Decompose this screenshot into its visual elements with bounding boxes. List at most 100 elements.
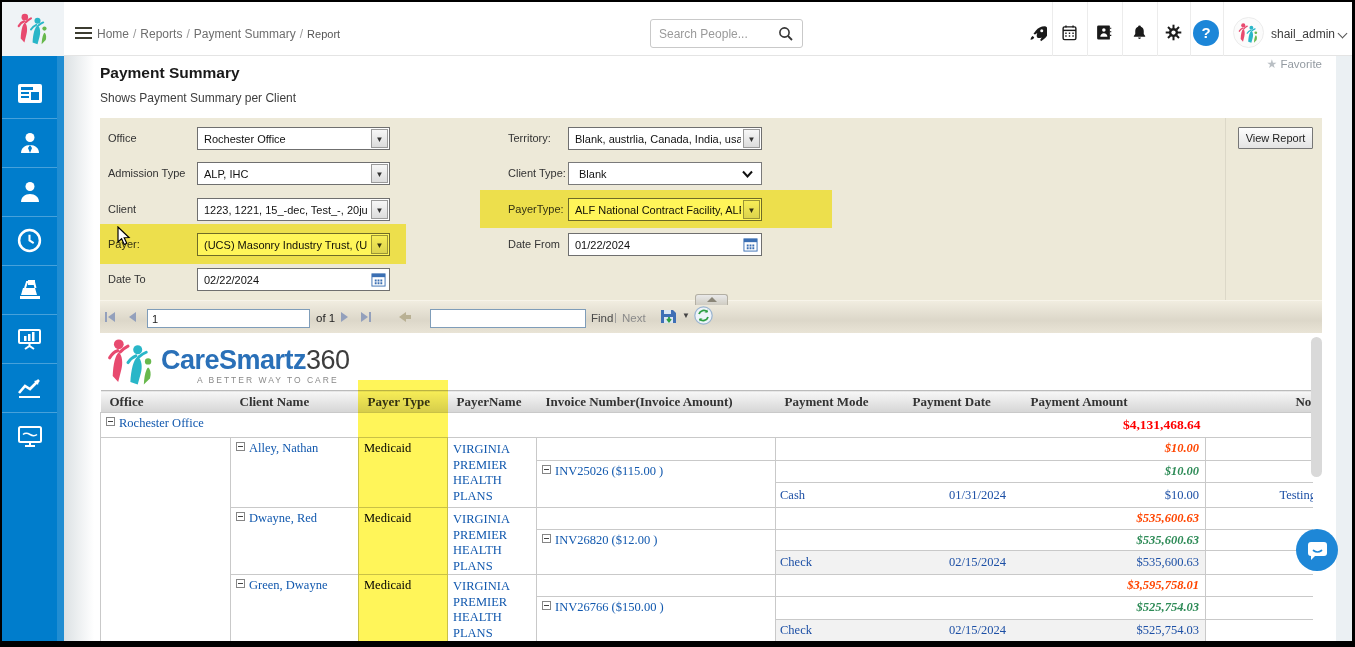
back-to-parent-button[interactable]: [399, 312, 411, 322]
dropdown-arrow-icon[interactable]: ▼: [743, 200, 760, 219]
col-invoice-number[interactable]: Invoice Number(Invoice Amount): [537, 391, 776, 413]
next-page-button[interactable]: [341, 312, 348, 322]
page-count-label: of 1: [316, 312, 335, 324]
table-header-row: Office Client Name Payer Type PayerName …: [101, 391, 1314, 413]
sidebar-item-portal[interactable]: [2, 412, 57, 461]
col-client-name[interactable]: Client Name: [231, 391, 359, 413]
col-office[interactable]: Office: [101, 391, 231, 413]
sidebar-item-training[interactable]: [2, 314, 57, 363]
dropdown-arrow-icon[interactable]: ▼: [371, 129, 388, 148]
admission-type-label: Admission Type: [108, 167, 185, 179]
sidebar-item-clients[interactable]: [2, 167, 57, 216]
breadcrumb-reports[interactable]: Reports: [140, 27, 182, 41]
sidebar-scrollbar[interactable]: [57, 56, 64, 641]
parameters-collapse-tab[interactable]: [695, 294, 728, 305]
collapse-icon[interactable]: [542, 465, 551, 474]
username-label[interactable]: shail_admin: [1271, 27, 1335, 41]
col-payer-name[interactable]: PayerName: [448, 391, 537, 413]
client-dropdown[interactable]: 1223, 1221, 15_-dec, Test_-, 20ju▼: [197, 198, 390, 221]
user-avatar[interactable]: [1233, 17, 1264, 48]
dropdown-arrow-icon[interactable]: ▼: [371, 200, 388, 219]
mouse-cursor: [117, 226, 131, 246]
sidebar-item-dashboard[interactable]: [2, 69, 57, 118]
dropdown-arrow-icon[interactable]: ▼: [371, 164, 388, 183]
col-notes[interactable]: Notes: [1206, 391, 1314, 413]
date-from-label: Date From: [508, 238, 560, 250]
client-name[interactable]: Alley, Nathan: [249, 441, 318, 455]
report-scrollbar-thumb[interactable]: [1311, 337, 1322, 477]
payer-type-label: PayerType:: [508, 203, 564, 215]
export-save-icon[interactable]: [660, 308, 677, 329]
date-from-input[interactable]: 01/22/2024: [568, 233, 762, 256]
client-name[interactable]: Dwayne, Red: [249, 511, 317, 525]
collapse-icon[interactable]: [106, 417, 115, 426]
chat-widget-button[interactable]: [1296, 529, 1338, 571]
sidebar-item-caregivers[interactable]: [2, 118, 57, 167]
collapse-icon[interactable]: [236, 579, 245, 588]
collapse-icon[interactable]: [236, 442, 245, 451]
dropdown-arrow-icon[interactable]: ▼: [371, 235, 388, 254]
view-report-button[interactable]: View Report: [1238, 127, 1313, 149]
next-button[interactable]: Next: [622, 312, 646, 324]
sidebar-item-scheduling[interactable]: [2, 216, 57, 265]
favorite-toggle[interactable]: ★ Favorite: [1190, 57, 1322, 71]
refresh-icon[interactable]: [694, 306, 713, 329]
breadcrumb-payment-summary[interactable]: Payment Summary: [194, 27, 296, 41]
current-page-input[interactable]: [147, 309, 310, 328]
breadcrumb-home[interactable]: Home: [97, 27, 129, 41]
collapse-icon[interactable]: [236, 512, 245, 521]
col-payment-amount[interactable]: Payment Amount: [1021, 391, 1206, 413]
invoice-number[interactable]: INV26766 ($150.00 ): [555, 600, 664, 614]
export-dropdown-caret[interactable]: ▼: [682, 311, 690, 320]
payer-name-cell: VIRGINIA PREMIER HEALTH PLANS: [448, 508, 537, 575]
last-page-button[interactable]: [361, 312, 371, 322]
col-payment-date[interactable]: Payment Date: [911, 391, 1021, 413]
menu-hamburger-icon[interactable]: [75, 27, 92, 39]
payment-date: 02/15/2024: [911, 551, 1021, 575]
sidebar-item-billing[interactable]: [2, 265, 57, 314]
payer-dropdown[interactable]: (UCS) Masonry Industry Trust, (U▼: [197, 233, 390, 256]
calendar-icon[interactable]: [1061, 24, 1078, 45]
find-text-input[interactable]: [430, 309, 586, 328]
quick-launch-rocket-icon[interactable]: [1029, 24, 1047, 46]
invoice-number[interactable]: INV25026 ($115.00 ): [555, 464, 663, 478]
caresmartz-logo-icon: [15, 12, 51, 46]
client-name[interactable]: Green, Dwayne: [249, 578, 327, 592]
header-divider: [1122, 2, 1123, 56]
invoice-number[interactable]: INV26820 ($12.00 ): [555, 533, 657, 547]
notifications-bell-icon[interactable]: [1131, 24, 1148, 45]
territory-dropdown[interactable]: Blank, austrlia, Canada, India, usa▼: [568, 127, 762, 150]
calendar-picker-icon[interactable]: [371, 272, 386, 287]
settings-gear-icon[interactable]: [1165, 24, 1182, 45]
office-dropdown[interactable]: Rochester Office▼: [197, 127, 390, 150]
contacts-icon[interactable]: [1095, 24, 1112, 45]
app-logo-box[interactable]: [2, 2, 64, 56]
col-payment-mode[interactable]: Payment Mode: [776, 391, 911, 413]
previous-page-button[interactable]: [129, 312, 136, 322]
find-button[interactable]: Find: [591, 312, 613, 324]
calendar-picker-icon[interactable]: [743, 237, 758, 252]
sidebar-item-reports[interactable]: [2, 363, 57, 412]
col-payer-type[interactable]: Payer Type: [359, 391, 448, 413]
page-right-gutter: [1336, 56, 1352, 641]
collapse-icon[interactable]: [542, 601, 551, 610]
find-next-separator: |: [614, 311, 617, 323]
client-type-select[interactable]: Blank: [568, 162, 762, 185]
client-label: Client: [108, 203, 136, 215]
collapse-icon[interactable]: [542, 534, 551, 543]
admission-type-dropdown[interactable]: ALP, IHC▼: [197, 162, 390, 185]
first-page-button[interactable]: [105, 312, 115, 322]
dropdown-arrow-icon[interactable]: ▼: [743, 129, 760, 148]
search-people-input[interactable]: [659, 21, 771, 46]
avatar-logo-icon: [1237, 22, 1260, 44]
payer-type-dropdown[interactable]: ALF National Contract Facility, ALF▼: [568, 198, 762, 221]
payment-mode: Cash: [776, 483, 911, 508]
help-icon[interactable]: ?: [1193, 20, 1219, 46]
office-name[interactable]: Rochester Office: [119, 416, 204, 430]
search-icon[interactable]: [778, 26, 794, 42]
date-to-input[interactable]: 02/22/2024: [197, 268, 390, 291]
report-brand-tagline: A BETTER WAY TO CARE: [197, 375, 339, 385]
client-total: $10.00: [776, 438, 1206, 461]
page-title: Payment Summary: [100, 64, 240, 82]
breadcrumb-report[interactable]: Report: [307, 28, 340, 40]
